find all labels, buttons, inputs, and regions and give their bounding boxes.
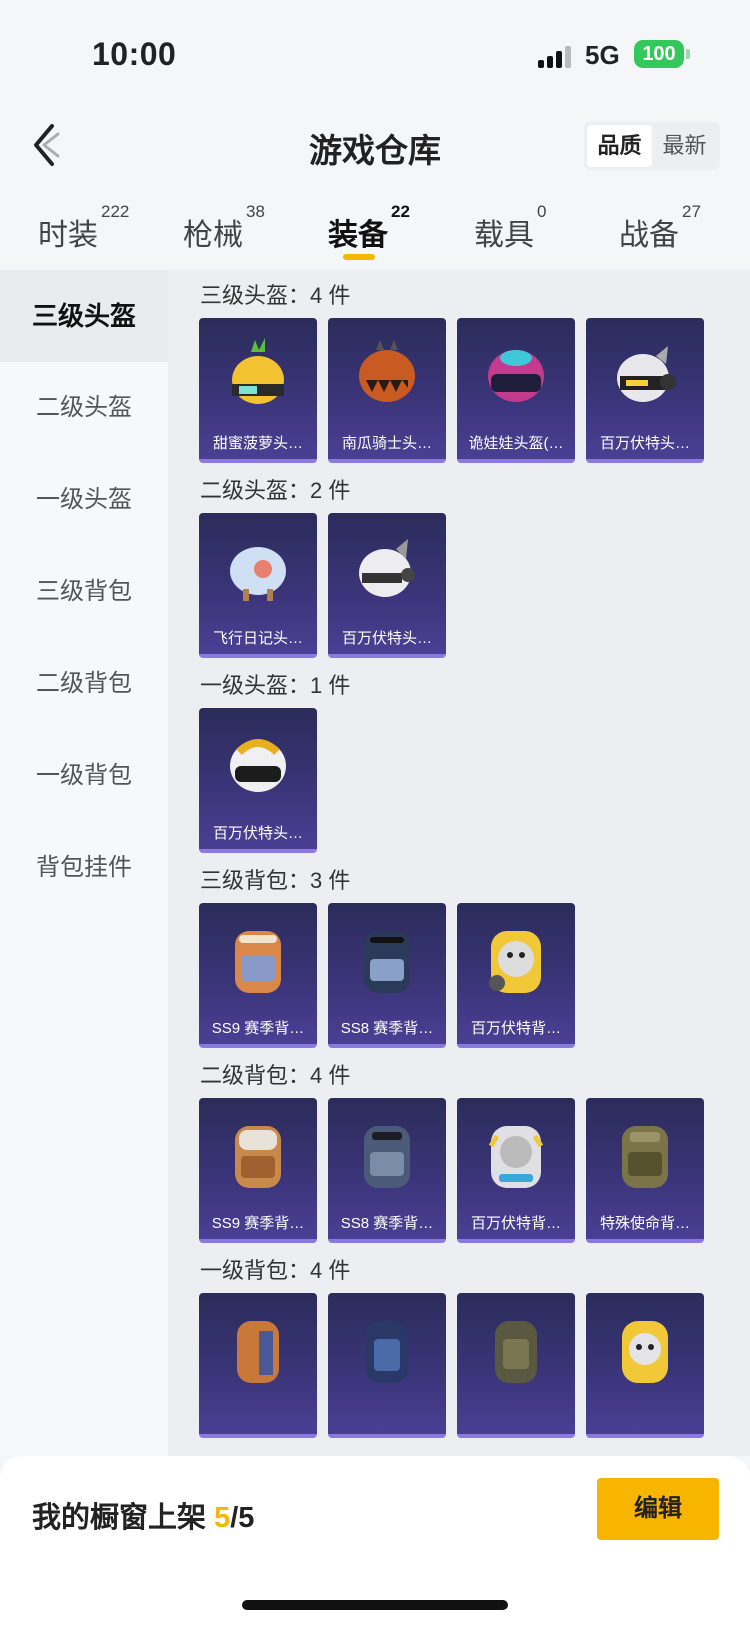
item-card[interactable]: 甜蜜菠萝头… [199,318,317,463]
pineapple-helmet-icon [232,338,284,404]
volt-backpack-icon [622,1321,668,1383]
showcase-count-current: 5 [214,1502,231,1534]
item-card[interactable]: SS8 赛季背… [328,903,446,1048]
section-title: 三级头盔：4 件 [200,283,351,308]
doll-helmet-icon [488,350,544,402]
tab-guns[interactable]: 枪械38 [183,202,265,254]
section-title: 二级头盔：2 件 [200,478,351,503]
backpack-icon [622,1126,668,1188]
item-card[interactable]: SS9 赛季背… [199,903,317,1048]
section-title: 一级头盔：1 件 [200,673,351,698]
volt-helmet-icon [359,539,415,597]
section-title: 三级背包：3 件 [200,868,351,893]
item-card[interactable]: SS8 赛季背… [328,1098,446,1243]
item-card[interactable]: 百万伏特头… [328,513,446,658]
showcase-count-total: /5 [230,1502,255,1534]
item-card[interactable] [457,1293,575,1438]
active-tab-indicator [343,254,375,260]
showcase-label: 我的橱窗上架 5/5 [32,1502,255,1534]
sidebar-item-level2-helmet[interactable]: 二级头盔 [0,362,168,454]
section-title: 二级背包：4 件 [200,1063,351,1088]
warehouse-page: 10:00 5G 100 游戏仓库 品质 最新 时装222 枪械38 装备22 … [0,0,750,1626]
backpack-icon [495,1321,537,1383]
item-card[interactable]: 诡娃娃头盔(… [457,318,575,463]
item-card[interactable]: 特殊使命背… [586,1098,704,1243]
item-card[interactable] [199,1293,317,1438]
sidebar-item-level2-backpack[interactable]: 二级背包 [0,638,168,730]
volt-helmet-icon [617,346,676,402]
sort-quality-button[interactable]: 品质 [587,125,652,167]
sidebar-item-level1-backpack[interactable]: 一级背包 [0,730,168,822]
sidebar: 三级头盔 二级头盔 一级头盔 三级背包 二级背包 一级背包 背包挂件 [0,270,168,1456]
network-label: 5G [585,40,620,70]
category-tabs: 时装222 枪械38 装备22 载具0 战备27 [0,200,750,268]
home-indicator [242,1600,508,1610]
backpack-icon [364,931,410,993]
tab-gear[interactable]: 战备27 [619,202,701,254]
sort-toggle: 品质 最新 [584,122,720,170]
volt-backpack-icon [489,931,541,993]
item-card[interactable]: SS9 赛季背… [199,1098,317,1243]
flight-helmet-icon [230,547,286,601]
section-title: 一级背包：4 件 [200,1258,351,1283]
item-card[interactable]: 百万伏特头… [586,318,704,463]
tab-vehicles[interactable]: 载具0 [474,202,546,254]
volt-backpack-icon [488,1126,544,1188]
backpack-icon [235,931,281,993]
backpack-icon [237,1321,279,1383]
status-time: 10:00 [92,36,177,72]
sidebar-item-level1-helmet[interactable]: 一级头盔 [0,454,168,546]
status-bar: 10:00 5G 100 [0,0,750,100]
volt-helmet-icon [230,739,286,792]
sort-latest-button[interactable]: 最新 [652,125,717,167]
backpack-icon [364,1126,410,1188]
pumpkin-helmet-icon [359,340,415,402]
item-card[interactable] [328,1293,446,1438]
item-card[interactable]: 百万伏特头… [199,708,317,853]
backpack-icon [235,1126,281,1188]
edit-button[interactable]: 编辑 [597,1478,719,1540]
item-grid-area: 三级头盔：4 件 甜蜜菠萝头… 南瓜骑士头… 诡娃娃头盔(… 百万伏特头… 二级… [168,270,750,1456]
battery-tip [686,49,690,59]
tab-fashion[interactable]: 时装222 [38,202,129,254]
item-card[interactable]: 百万伏特背… [457,1098,575,1243]
item-card[interactable]: 飞行日记头… [199,513,317,658]
sidebar-item-backpack-charm[interactable]: 背包挂件 [0,822,168,914]
sidebar-item-level3-backpack[interactable]: 三级背包 [0,546,168,638]
sidebar-item-level3-helmet[interactable]: 三级头盔 [0,270,168,362]
backpack-icon [366,1321,408,1383]
item-card[interactable] [586,1293,704,1438]
item-card[interactable]: 百万伏特背… [457,903,575,1048]
signal-icon [538,44,574,68]
tab-equipment[interactable]: 装备22 [328,202,410,254]
battery-icon: 100 [634,40,684,68]
item-card[interactable]: 南瓜骑士头… [328,318,446,463]
